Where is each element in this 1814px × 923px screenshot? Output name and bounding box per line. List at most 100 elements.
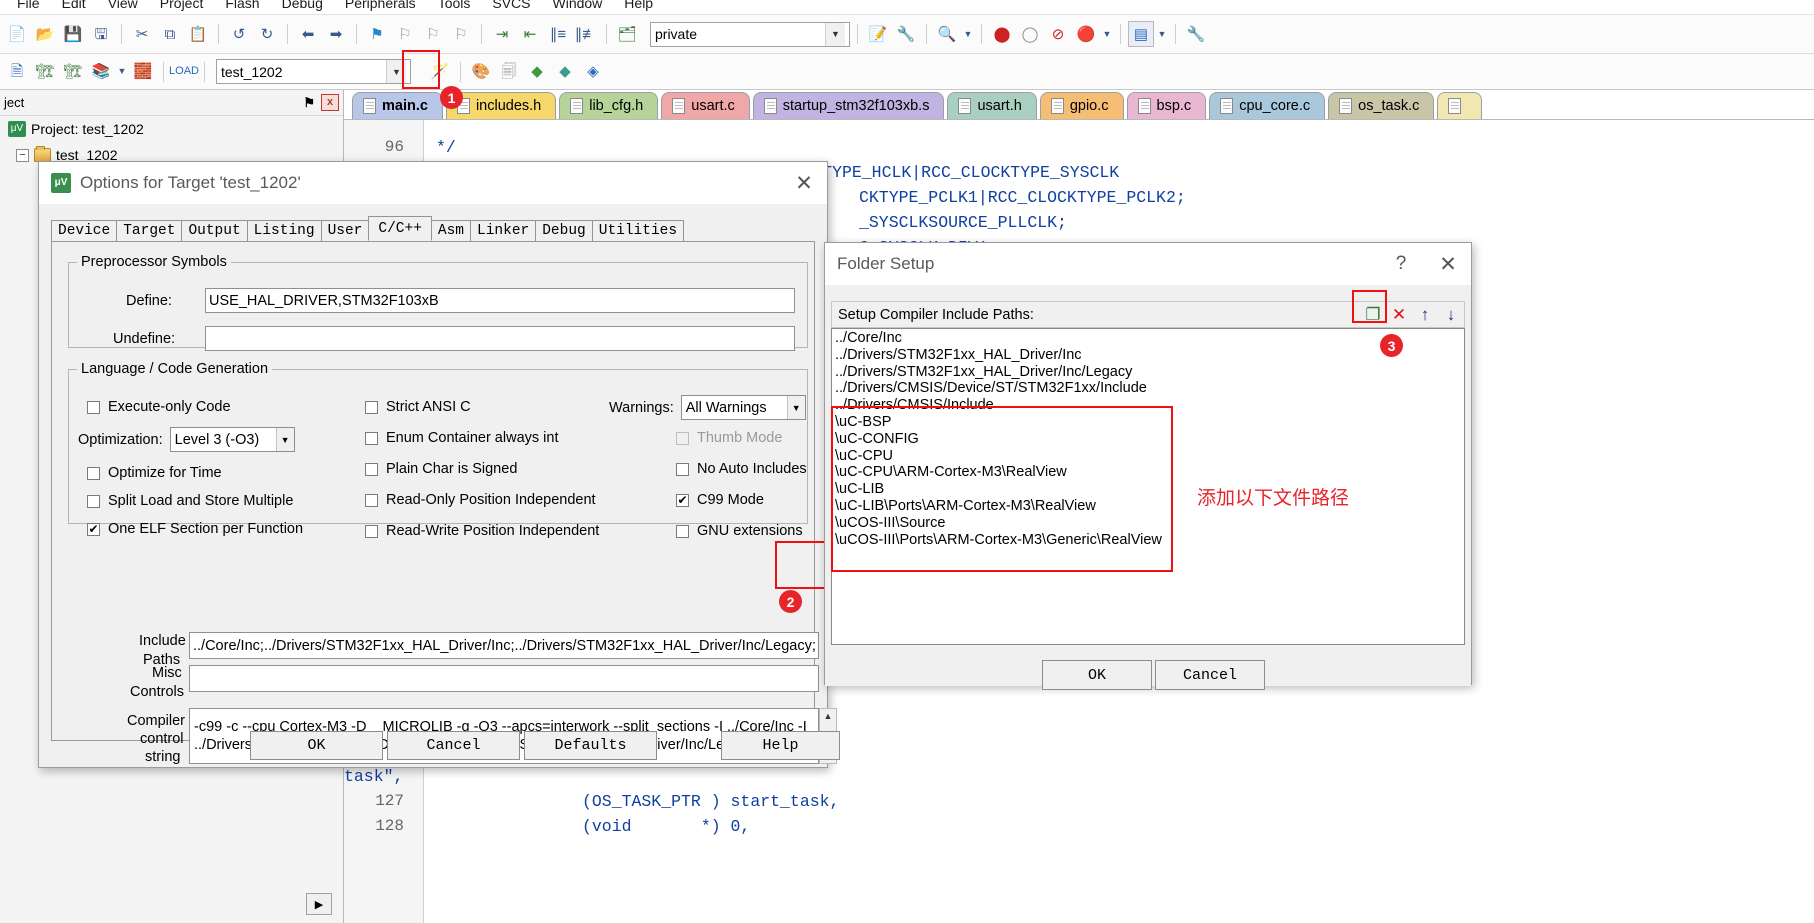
folder-setup-cancel-button[interactable]: Cancel	[1155, 660, 1265, 690]
editor-tab-cpu_core-c[interactable]: cpu_core.c	[1209, 92, 1326, 119]
gnu-extensions-row[interactable]: GNU extensions	[676, 523, 803, 539]
chevron-down-icon-find[interactable]: ▼	[962, 21, 974, 47]
list-item[interactable]: ../Drivers/STM32F1xx_HAL_Driver/Inc	[835, 347, 1464, 364]
editor-tab-extra[interactable]	[1437, 92, 1483, 119]
new-file-icon[interactable]: 📄	[4, 21, 30, 47]
cut-icon[interactable]: ✂	[129, 21, 155, 47]
optimize-for-time-checkbox[interactable]	[87, 466, 100, 480]
paste-icon[interactable]: 📋	[185, 21, 211, 47]
target-options-icon[interactable]: 📝	[865, 21, 891, 47]
list-item[interactable]: ../Drivers/CMSIS/Device/ST/STM32F1xx/Inc…	[835, 380, 1464, 397]
menu-item-help[interactable]: Help	[613, 0, 664, 11]
close-icon[interactable]: ✕	[1425, 243, 1471, 285]
batch-build-icon[interactable]: 📚	[88, 59, 114, 85]
menu-item-edit[interactable]: Edit	[51, 0, 97, 11]
pack-installer-teal-icon[interactable]: ◆	[552, 59, 578, 85]
editor-tab-os_task-c[interactable]: os_task.c	[1328, 92, 1435, 119]
breakpoint-disable-icon[interactable]: ◯	[1017, 21, 1043, 47]
options-defaults-button[interactable]: Defaults	[524, 731, 657, 760]
optimize-for-time-row[interactable]: Optimize for Time	[87, 465, 222, 481]
no-auto-includes-row[interactable]: No Auto Includes	[676, 461, 807, 477]
editor-tab-gpio-c[interactable]: gpio.c	[1039, 92, 1124, 119]
options-for-target-icon[interactable]: 🗂	[614, 21, 640, 47]
tab-output[interactable]: Output	[181, 220, 248, 241]
build-icon[interactable]: 🏗	[32, 59, 58, 85]
project-tree-root[interactable]: μV Project: test_1202	[0, 116, 343, 142]
disable-breakpoints-icon[interactable]: 🔴	[1073, 21, 1099, 47]
bookmark-prev-icon[interactable]: ⚐	[392, 21, 418, 47]
split-load-store-checkbox[interactable]	[87, 494, 100, 508]
optimization-select[interactable]: Level 3 (-O3) ▼	[169, 427, 295, 452]
bookmark-toggle-icon[interactable]: ⚑	[364, 21, 390, 47]
close-icon[interactable]: ✕	[781, 162, 827, 204]
copy-icon[interactable]: ⧉	[157, 21, 183, 47]
options-dialog-titlebar[interactable]: μV Options for Target 'test_1202' ✕	[39, 162, 827, 204]
tab-debug[interactable]: Debug	[535, 220, 593, 241]
plain-char-signed-row[interactable]: Plain Char is Signed	[365, 461, 517, 477]
download-icon[interactable]: LOAD	[169, 59, 199, 85]
window-layout-icon[interactable]: ▤	[1128, 21, 1154, 47]
move-down-button[interactable]: ↓	[1438, 302, 1464, 328]
target-combo[interactable]: test_1202 ▼	[216, 59, 411, 84]
options-ok-button[interactable]: OK	[250, 731, 383, 760]
menu-item-view[interactable]: View	[97, 0, 149, 11]
read-only-position-independent-checkbox[interactable]	[365, 493, 378, 507]
tab-asm[interactable]: Asm	[430, 220, 472, 241]
tab-target[interactable]: Target	[116, 220, 183, 241]
rebuild-icon[interactable]: 🏗	[60, 59, 86, 85]
enum-container-checkbox[interactable]	[365, 431, 378, 445]
list-item[interactable]: ../Drivers/CMSIS/Include	[835, 397, 1464, 414]
bookmark-next-icon[interactable]: ⚐	[420, 21, 446, 47]
navigate-back-icon[interactable]: ⬅	[295, 21, 321, 47]
kill-breakpoints-icon[interactable]: ⊘	[1045, 21, 1071, 47]
chevron-down-icon-build[interactable]: ▼	[116, 59, 128, 85]
menu-item-file[interactable]: File	[6, 0, 51, 11]
execute-only-code-row[interactable]: Execute-only Code	[87, 399, 231, 415]
tab-c-cpp[interactable]: C/C++	[368, 216, 432, 241]
list-item[interactable]: \uC-CPU\ARM-Cortex-M3\RealView	[835, 464, 1464, 481]
c99-mode-row[interactable]: ✔ C99 Mode	[676, 492, 764, 508]
menu-item-project[interactable]: Project	[149, 0, 215, 11]
read-write-position-independent-row[interactable]: Read-Write Position Independent	[365, 523, 599, 539]
stop-build-icon[interactable]: 🧱	[130, 59, 156, 85]
read-only-position-independent-row[interactable]: Read-Only Position Independent	[365, 492, 596, 508]
include-paths-input[interactable]: ../Core/Inc;../Drivers/STM32F1xx_HAL_Dri…	[189, 632, 819, 659]
menu-item-debug[interactable]: Debug	[271, 0, 334, 11]
uncomment-icon[interactable]: ∥≢	[573, 21, 599, 47]
list-item[interactable]: \uC-LIB	[835, 481, 1464, 498]
read-write-position-independent-checkbox[interactable]	[365, 524, 378, 538]
open-file-icon[interactable]: 📂	[32, 21, 58, 47]
configure-icon[interactable]: 🔧	[1183, 21, 1209, 47]
chevron-down-icon[interactable]: ▼	[825, 22, 845, 46]
list-item[interactable]: \uCOS-III\Ports\ARM-Cortex-M3\Generic\Re…	[835, 532, 1464, 549]
options-help-button[interactable]: Help	[721, 731, 840, 760]
pack-installer-blue-icon[interactable]: ◈	[580, 59, 606, 85]
one-elf-section-checkbox[interactable]: ✔	[87, 522, 100, 536]
multi-project-icon[interactable]: 🗐	[496, 59, 522, 85]
editor-tab-usart-c[interactable]: usart.c	[661, 92, 750, 119]
tab-listing[interactable]: Listing	[246, 220, 322, 241]
plain-char-signed-checkbox[interactable]	[365, 462, 378, 476]
delete-path-button[interactable]: ✕	[1386, 302, 1412, 328]
editor-tab-startup_stm32f103xb-s[interactable]: startup_stm32f103xb.s	[752, 92, 945, 119]
find-in-files-icon[interactable]: 🔍	[934, 21, 960, 47]
chevron-down-icon-layout[interactable]: ▼	[1156, 21, 1168, 47]
indent-icon[interactable]: ⇥	[489, 21, 515, 47]
tab-utilities[interactable]: Utilities	[591, 220, 685, 241]
manage-components-icon[interactable]: 🔧	[893, 21, 919, 47]
pin-icon[interactable]: ⚑	[297, 95, 321, 111]
collapse-icon[interactable]: −	[16, 148, 29, 162]
outdent-icon[interactable]: ⇤	[517, 21, 543, 47]
help-icon[interactable]: ?	[1386, 243, 1416, 285]
gnu-extensions-checkbox[interactable]	[676, 524, 689, 538]
breakpoint-icon[interactable]: ⬤	[989, 21, 1015, 47]
include-paths-listbox[interactable]: ../Core/Inc ../Drivers/STM32F1xx_HAL_Dri…	[831, 328, 1465, 645]
one-elf-section-row[interactable]: ✔ One ELF Section per Function	[87, 521, 303, 537]
options-cancel-button[interactable]: Cancel	[387, 731, 520, 760]
split-load-store-row[interactable]: Split Load and Store Multiple	[87, 493, 293, 509]
strict-ansi-c-checkbox[interactable]	[365, 400, 378, 414]
chevron-down-icon-target[interactable]: ▼	[386, 60, 406, 83]
save-icon[interactable]: 💾	[60, 21, 86, 47]
comment-icon[interactable]: ∥≡	[545, 21, 571, 47]
editor-tab-lib_cfg-h[interactable]: lib_cfg.h	[559, 92, 659, 119]
